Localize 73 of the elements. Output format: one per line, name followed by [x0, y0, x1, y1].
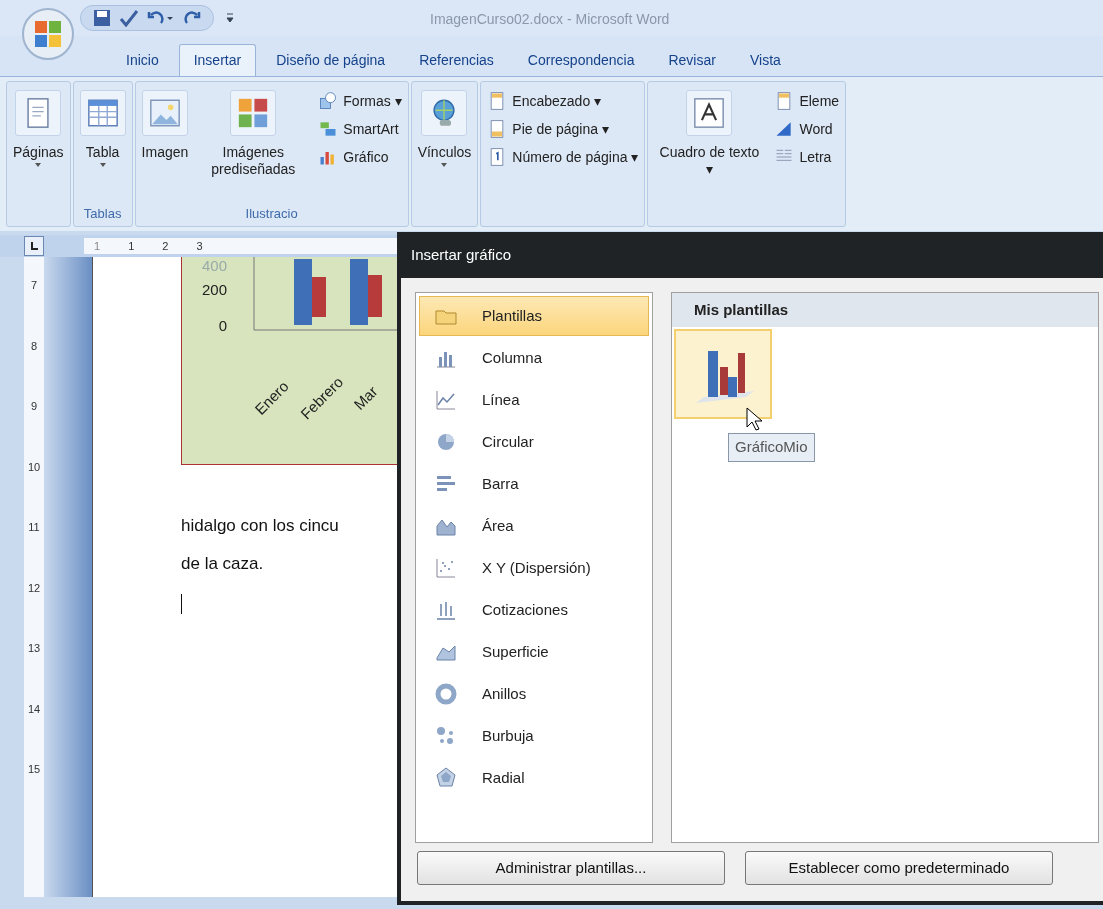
- ribbon-tab[interactable]: Revisar: [654, 44, 730, 76]
- ribbon-button[interactable]: Pie de página ▾: [487, 118, 639, 140]
- chart-type-item[interactable]: Superficie: [419, 632, 649, 672]
- ribbon-tab[interactable]: Referencias: [405, 44, 508, 76]
- axis-label: 400: [202, 257, 228, 275]
- ruler-number: 11: [28, 520, 40, 535]
- ruler-number: 14: [27, 701, 41, 717]
- donut-chart-icon: [434, 682, 458, 706]
- ruler-number: 9: [30, 399, 38, 414]
- chart-type-item[interactable]: Radial: [419, 758, 649, 798]
- office-logo-icon: [33, 19, 63, 49]
- group-label: Tablas: [82, 205, 123, 223]
- spelling-check-icon[interactable]: [119, 9, 139, 27]
- scatter-chart-icon: [434, 556, 458, 580]
- ribbon-tab[interactable]: Vista: [735, 44, 795, 76]
- group-label: Ilustracio: [244, 205, 299, 223]
- dialog-title: Insertar gráfico: [410, 244, 513, 265]
- chart-type-item[interactable]: Anillos: [419, 674, 649, 714]
- ruler-number: 2: [162, 238, 169, 254]
- chart-type-item[interactable]: Área: [419, 506, 649, 546]
- chart-type-item[interactable]: Cotizaciones: [419, 590, 649, 630]
- text-box-icon: [692, 96, 727, 130]
- section-heading: Mis plantillas: [672, 293, 1098, 327]
- tab-selector-button[interactable]: [24, 236, 44, 256]
- ribbon-button[interactable]: Encabezado ▾: [487, 90, 639, 112]
- chart-type-item[interactable]: Línea: [419, 380, 649, 420]
- ruler-number: 1: [94, 238, 101, 254]
- ribbon-button[interactable]: SmartArt: [318, 118, 402, 140]
- chart-type-item[interactable]: X Y (Dispersión): [419, 548, 649, 588]
- chart-type-item[interactable]: Plantillas: [419, 296, 649, 336]
- mouse-pointer-icon: [746, 407, 762, 431]
- chart-type-item[interactable]: Burbuja: [419, 716, 649, 756]
- ruler-number: 3: [196, 238, 203, 254]
- radar-chart-icon: [434, 766, 458, 790]
- ribbon-button[interactable]: Número de página ▾: [487, 146, 639, 168]
- paragraph: hidalgo con los cincu: [181, 515, 339, 537]
- line-chart-icon: [434, 388, 458, 412]
- ruler-number: 1: [128, 238, 135, 254]
- ribbon-button[interactable]: Eleme: [774, 90, 840, 112]
- axis-label: 200: [202, 281, 228, 299]
- ruler-number: 7: [30, 278, 38, 293]
- ribbon-button[interactable]: Formas ▾: [318, 90, 402, 112]
- paragraph: de la caza.: [181, 552, 264, 575]
- ribbon-button[interactable]: Word: [774, 118, 840, 140]
- ruler-number: 12: [27, 580, 41, 596]
- ribbon-tab[interactable]: Correspondencia: [513, 44, 649, 76]
- ruler-number: 13: [27, 641, 41, 656]
- ribbon-button[interactable]: Letra: [774, 146, 840, 168]
- shapes-icon: [318, 91, 339, 111]
- axis-label: 0: [218, 317, 228, 335]
- ribbon-button[interactable]: Cuadro de texto ▾: [654, 90, 765, 178]
- window-title: ImagenCurso02.docx - Microsoft Word: [430, 10, 670, 29]
- ribbon-button[interactable]: Imágenes prediseñadas: [198, 90, 309, 178]
- left-tab-icon: [29, 241, 39, 251]
- ruler-number: 10: [27, 459, 41, 475]
- diagram-icon: [318, 119, 339, 139]
- chart-type-item[interactable]: Circular: [419, 422, 649, 462]
- ribbon-tab[interactable]: Diseño de página: [262, 44, 400, 76]
- tooltip: GráficoMio: [728, 433, 815, 462]
- chart-type-item[interactable]: Barra: [419, 464, 649, 504]
- save-icon[interactable]: [93, 9, 111, 27]
- axis-label: Mar: [348, 381, 382, 415]
- ruler-number: 15: [27, 762, 41, 777]
- dialog-button[interactable]: Establecer como predeterminado: [745, 851, 1053, 885]
- dialog-button[interactable]: Administrar plantillas...: [417, 851, 725, 885]
- chart-template-thumbnail[interactable]: [674, 329, 772, 419]
- chart-type-item[interactable]: Columna: [419, 338, 649, 378]
- customize-toolbar-icon[interactable]: [226, 12, 234, 24]
- ribbon-button[interactable]: Gráfico: [318, 146, 402, 168]
- ruler-number: 8: [30, 338, 38, 354]
- text-cursor: [181, 594, 182, 614]
- ribbon-tab[interactable]: Inicio: [112, 44, 173, 76]
- ribbon-tab[interactable]: Insertar: [178, 44, 257, 76]
